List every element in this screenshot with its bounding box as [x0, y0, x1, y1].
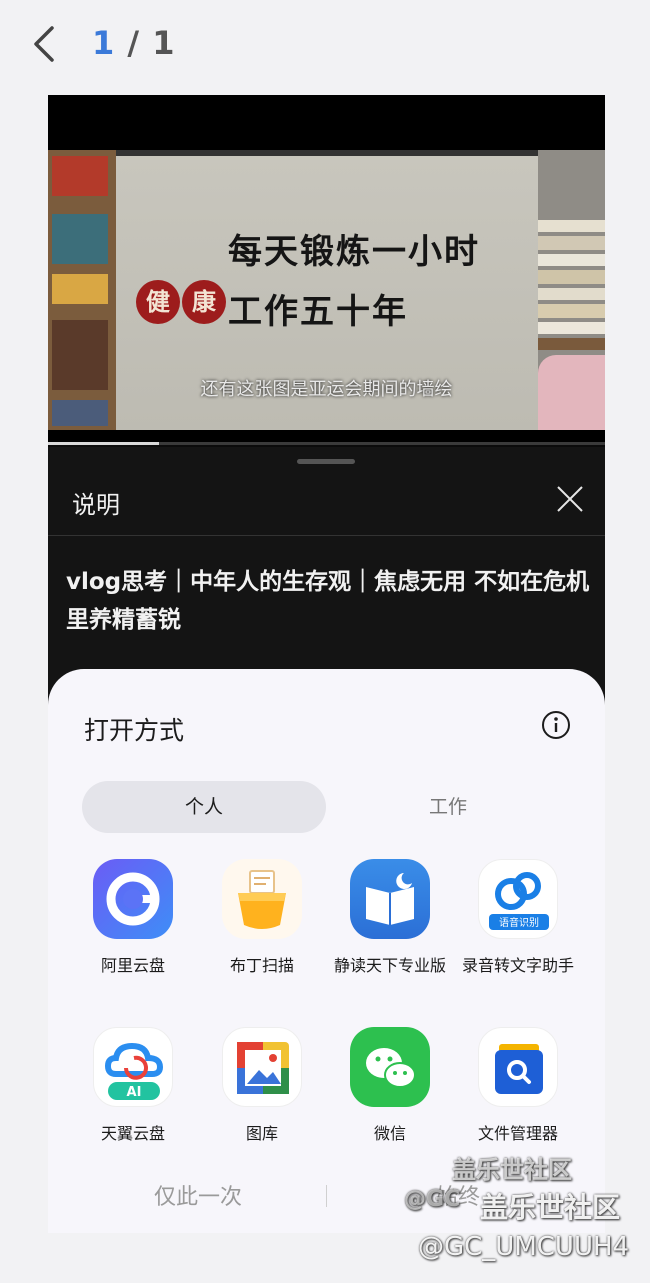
top-bar: 1 / 1: [0, 0, 650, 90]
moon-reader-icon: [350, 859, 430, 939]
app-aliyun-drive[interactable]: 阿里云盘: [73, 859, 193, 979]
media-viewer: 每天锻炼一小时 健 康 工作五十年 还有这张图是亚运会期间的墙绘 说明 vlog…: [48, 95, 605, 1233]
watermark-handle: @GC_UMCUUH4: [418, 1232, 630, 1262]
wechat-icon: [350, 1027, 430, 1107]
seal-char-2: 康: [182, 280, 226, 324]
tab-work[interactable]: 工作: [326, 781, 570, 833]
app-pudding-scan[interactable]: 布丁扫描: [202, 859, 322, 979]
description-text: vlog思考｜中年人的生存观｜焦虑无用 不如在危机里养精蓄锐: [66, 569, 590, 633]
pudding-scan-icon: [222, 859, 302, 939]
file-manager-icon: [478, 1027, 558, 1107]
video-progress-fill: [48, 442, 160, 445]
watermark-community: 盖乐世社区: [452, 1156, 572, 1184]
tianyi-cloud-icon: AI: [93, 1027, 173, 1107]
poster-seal: 健 康: [136, 280, 228, 324]
tab-personal[interactable]: 个人: [82, 781, 326, 833]
page-separator: /: [115, 24, 153, 62]
recorder-transcribe-icon: 语音识别: [478, 859, 558, 939]
divider: [326, 1185, 327, 1207]
back-arrow-icon[interactable]: [28, 24, 64, 64]
divider: [48, 535, 605, 536]
open-with-sheet: 打开方式 个人 工作 阿里云盘 布丁扫描 静读天下专业版 语音识别 录音转文字助…: [48, 669, 605, 1233]
app-label: 微信: [373, 1124, 406, 1143]
aliyun-drive-icon: [93, 859, 173, 939]
poster-slogan-line1: 每天锻炼一小时: [228, 232, 480, 272]
total-pages: 1: [152, 24, 176, 62]
app-label: 图库: [245, 1124, 278, 1143]
watermark-handle-prefix: @GC: [404, 1187, 461, 1212]
app-wechat[interactable]: 微信: [330, 1027, 450, 1147]
close-icon[interactable]: [554, 483, 586, 515]
video-subtitle: 还有这张图是亚运会期间的墙绘: [200, 379, 453, 400]
video-progress-bar[interactable]: [48, 442, 605, 445]
app-label: 布丁扫描: [229, 956, 294, 975]
app-gallery[interactable]: 图库: [202, 1027, 322, 1147]
app-label: 录音转文字助手: [461, 956, 574, 975]
description-title: 说明: [72, 491, 120, 519]
video-player[interactable]: 每天锻炼一小时 健 康 工作五十年 还有这张图是亚运会期间的墙绘: [48, 95, 605, 445]
app-recorder-transcribe[interactable]: 语音识别 录音转文字助手: [458, 859, 578, 979]
just-once-button[interactable]: 仅此一次: [98, 1179, 298, 1211]
app-moon-reader[interactable]: 静读天下专业版: [330, 859, 450, 979]
tianyi-badge: AI: [127, 1085, 142, 1100]
open-with-title: 打开方式: [84, 716, 185, 745]
profile-tabs: 个人 工作: [82, 781, 572, 833]
app-label: 文件管理器: [477, 1124, 558, 1143]
app-label: 阿里云盘: [100, 956, 165, 975]
watermark-community-2: 盖乐世社区: [480, 1191, 621, 1224]
drag-handle[interactable]: [297, 459, 355, 464]
recorder-badge: 语音识别: [499, 916, 539, 929]
description-panel: 说明 vlog思考｜中年人的生存观｜焦虑无用 不如在危机里养精蓄锐: [48, 447, 605, 697]
page-counter: 1 / 1: [92, 24, 176, 62]
gallery-icon: [222, 1027, 302, 1107]
current-page: 1: [92, 24, 116, 62]
app-tianyi-cloud[interactable]: AI 天翼云盘: [73, 1027, 193, 1147]
app-file-manager[interactable]: 文件管理器: [458, 1027, 578, 1147]
app-label: 天翼云盘: [100, 1124, 165, 1143]
seal-char-1: 健: [136, 280, 180, 324]
info-icon[interactable]: [540, 709, 572, 741]
app-label: 静读天下专业版: [333, 956, 446, 975]
poster-slogan-line2: 工作五十年: [228, 292, 408, 332]
